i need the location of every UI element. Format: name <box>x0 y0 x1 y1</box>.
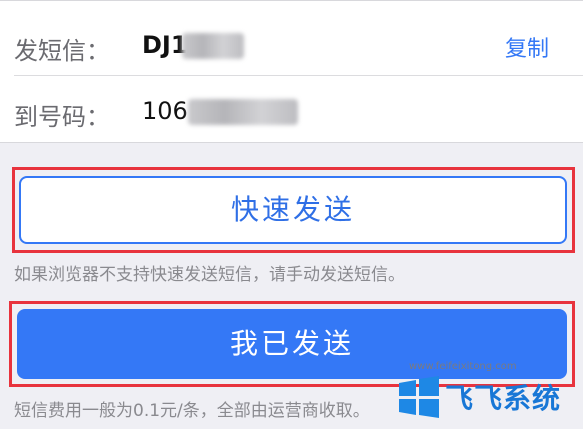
sms-info-card: 发短信： DJ1 复制 到号码： 106 <box>0 0 583 143</box>
phone-number-value: 106 <box>142 97 188 125</box>
quick-send-hint: 如果浏览器不支持快速发送短信，请手动发送短信。 <box>14 265 405 285</box>
sms-content-value: DJ1 <box>142 31 188 59</box>
sms-fee-note: 短信费用一般为0.1元/条，全部由运营商收取。 <box>14 401 370 421</box>
to-number-label: 到号码： <box>14 103 110 131</box>
watermark-url: www.feifeixitong.com <box>409 361 517 372</box>
redacted-phone-number <box>188 99 298 125</box>
to-number-row: 到号码： 106 <box>0 75 583 143</box>
quick-send-button[interactable]: 快速发送 <box>19 176 567 244</box>
windows-logo-icon <box>399 376 439 418</box>
copy-button[interactable]: 复制 <box>505 31 549 63</box>
send-sms-label: 发短信： <box>14 37 110 65</box>
redacted-sms-content <box>182 33 244 59</box>
watermark-text: 飞飞系统 <box>445 382 562 415</box>
watermark: www.feifeixitong.com 飞飞系统 <box>393 361 579 425</box>
send-sms-row: 发短信： DJ1 复制 <box>0 9 583 77</box>
